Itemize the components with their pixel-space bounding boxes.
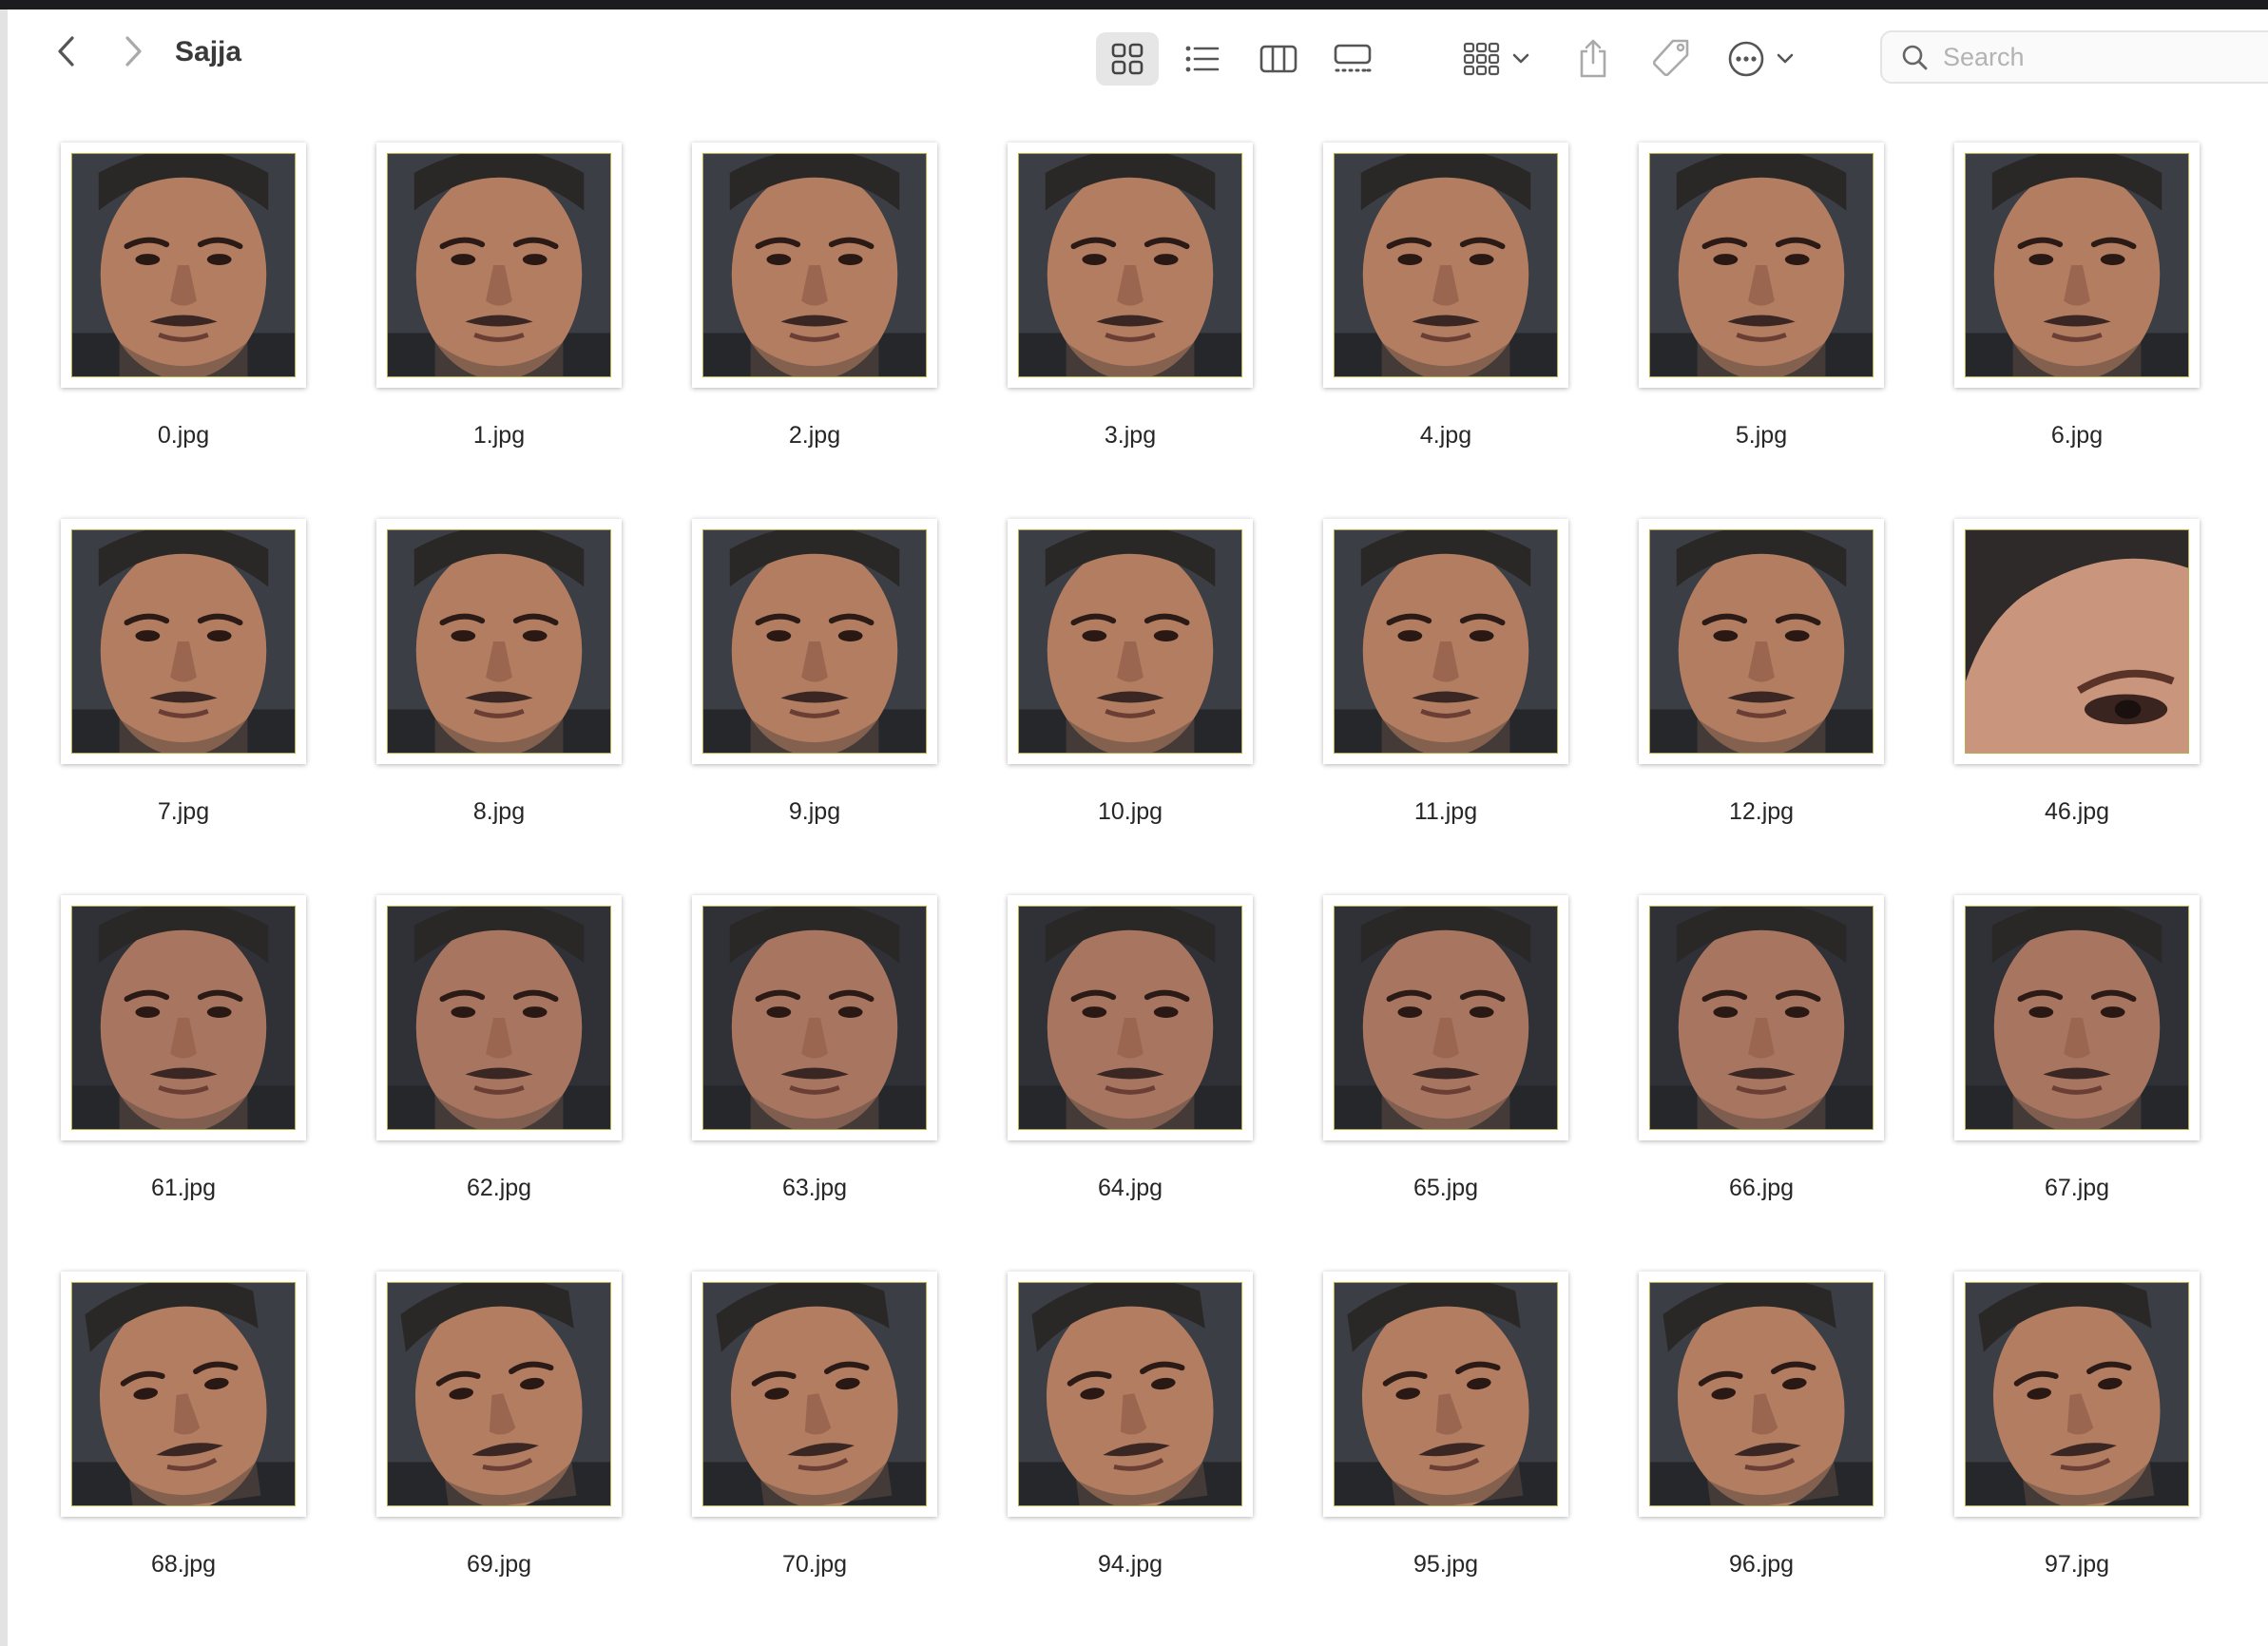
file-thumbnail[interactable] — [692, 895, 937, 1140]
file-thumbnail[interactable] — [61, 519, 306, 764]
face-photo-image — [1965, 153, 2189, 377]
file-item[interactable]: 0.jpg — [6, 0, 321, 449]
file-item[interactable]: 2.jpg — [637, 0, 952, 449]
file-name[interactable]: 69.jpg — [321, 1551, 677, 1579]
file-thumbnail[interactable] — [1954, 895, 2200, 1140]
file-item[interactable]: 7.jpg — [6, 376, 321, 825]
file-thumbnail[interactable] — [692, 1272, 937, 1517]
file-item[interactable]: 3.jpg — [952, 0, 1268, 449]
face-photo-image — [71, 529, 296, 754]
file-name[interactable]: 95.jpg — [1268, 1551, 1624, 1579]
file-item[interactable]: 63.jpg — [637, 753, 952, 1201]
face-photo-image — [1965, 529, 2189, 754]
face-photo-image — [1965, 1282, 2189, 1506]
file-item[interactable]: 46.jpg — [1899, 376, 2215, 825]
file-item[interactable]: 66.jpg — [1584, 753, 1899, 1201]
file-item[interactable]: 6.jpg — [1899, 0, 2215, 449]
face-photo-image — [387, 153, 611, 377]
file-name[interactable]: 96.jpg — [1584, 1551, 1939, 1579]
file-thumbnail[interactable] — [61, 143, 306, 388]
file-item[interactable]: 4.jpg — [1268, 0, 1584, 449]
file-item[interactable]: 10.jpg — [952, 376, 1268, 825]
file-item[interactable]: 62.jpg — [321, 753, 637, 1201]
face-photo-image — [1965, 906, 2189, 1130]
face-photo-image — [387, 529, 611, 754]
face-photo-image — [71, 906, 296, 1130]
file-thumbnail[interactable] — [1639, 143, 1884, 388]
face-photo-image — [1649, 1282, 1874, 1506]
face-photo-image — [702, 153, 927, 377]
file-item[interactable]: 94.jpg — [952, 1129, 1268, 1578]
file-item[interactable]: 1.jpg — [321, 0, 637, 449]
file-thumbnail[interactable] — [1954, 1272, 2200, 1517]
face-photo-image — [1018, 906, 1242, 1130]
file-thumbnail[interactable] — [1008, 519, 1253, 764]
face-photo-image — [387, 1282, 611, 1506]
face-photo-image — [702, 529, 927, 754]
file-thumbnail[interactable] — [1323, 1272, 1568, 1517]
file-name[interactable]: 97.jpg — [1899, 1551, 2255, 1579]
file-thumbnail[interactable] — [376, 143, 622, 388]
file-item[interactable]: 65.jpg — [1268, 753, 1584, 1201]
file-thumbnail[interactable] — [1639, 1272, 1884, 1517]
file-thumbnail[interactable] — [376, 1272, 622, 1517]
file-thumbnail[interactable] — [1954, 143, 2200, 388]
file-thumbnail[interactable] — [1008, 143, 1253, 388]
face-photo-image — [1649, 529, 1874, 754]
file-item[interactable]: 68.jpg — [6, 1129, 321, 1578]
file-item[interactable]: 64.jpg — [952, 753, 1268, 1201]
file-thumbnail[interactable] — [1639, 895, 1884, 1140]
file-item[interactable]: 95.jpg — [1268, 1129, 1584, 1578]
file-item[interactable]: 61.jpg — [6, 753, 321, 1201]
face-photo-image — [1334, 1282, 1558, 1506]
file-thumbnail[interactable] — [1008, 1272, 1253, 1517]
face-photo-image — [1334, 153, 1558, 377]
file-thumbnail[interactable] — [376, 519, 622, 764]
file-item[interactable]: 96.jpg — [1584, 1129, 1899, 1578]
face-photo-image — [71, 1282, 296, 1506]
file-thumbnail[interactable] — [1323, 895, 1568, 1140]
file-thumbnail[interactable] — [1008, 895, 1253, 1140]
file-item[interactable]: 5.jpg — [1584, 0, 1899, 449]
file-item[interactable]: 12.jpg — [1584, 376, 1899, 825]
file-item[interactable]: 11.jpg — [1268, 376, 1584, 825]
file-thumbnail[interactable] — [1323, 519, 1568, 764]
face-photo-image — [1334, 906, 1558, 1130]
face-photo-image — [1018, 153, 1242, 377]
file-thumbnail[interactable] — [1639, 519, 1884, 764]
file-thumbnail[interactable] — [692, 143, 937, 388]
file-item[interactable]: 69.jpg — [321, 1129, 637, 1578]
file-name[interactable]: 70.jpg — [637, 1551, 992, 1579]
file-item[interactable]: 9.jpg — [637, 376, 952, 825]
file-thumbnail[interactable] — [61, 895, 306, 1140]
face-photo-image — [71, 153, 296, 377]
face-photo-image — [702, 1282, 927, 1506]
file-thumbnail[interactable] — [692, 519, 937, 764]
file-thumbnail[interactable] — [1954, 519, 2200, 764]
file-item[interactable]: 67.jpg — [1899, 753, 2215, 1201]
face-photo-image — [702, 906, 927, 1130]
face-photo-image — [1649, 906, 1874, 1130]
file-thumbnail[interactable] — [1323, 143, 1568, 388]
file-item[interactable]: 8.jpg — [321, 376, 637, 825]
face-photo-image — [1018, 529, 1242, 754]
file-item[interactable]: 70.jpg — [637, 1129, 952, 1578]
file-name[interactable]: 68.jpg — [6, 1551, 361, 1579]
file-name[interactable]: 94.jpg — [952, 1551, 1308, 1579]
face-photo-image — [1334, 529, 1558, 754]
file-item[interactable]: 97.jpg — [1899, 1129, 2215, 1578]
face-photo-image — [1649, 153, 1874, 377]
file-thumbnail[interactable] — [376, 895, 622, 1140]
file-thumbnail[interactable] — [61, 1272, 306, 1517]
face-photo-image — [387, 906, 611, 1130]
face-photo-image — [1018, 1282, 1242, 1506]
